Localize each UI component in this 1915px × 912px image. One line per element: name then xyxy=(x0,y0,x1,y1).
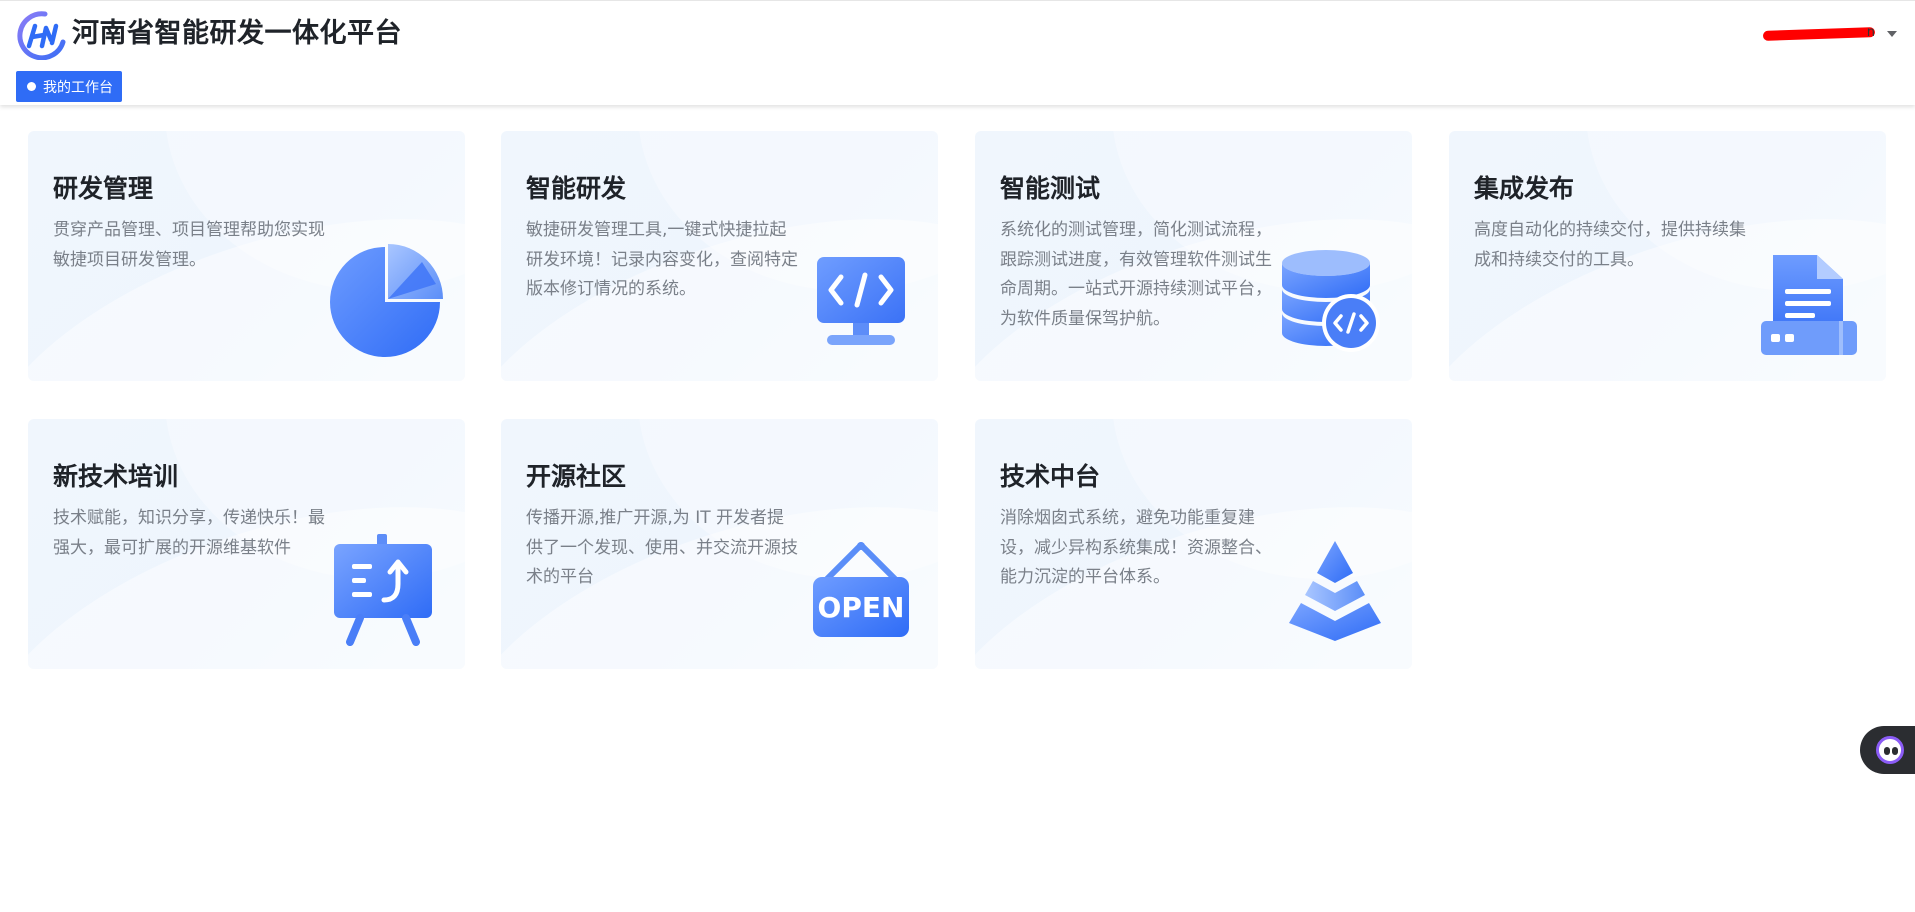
chevron-down-icon[interactable] xyxy=(1887,31,1897,37)
card-title: 新技术培训 xyxy=(53,462,179,491)
card-description: 敏捷研发管理工具,一键式快捷拉起研发环境！记录内容变化，查阅特定版本修订情况的系… xyxy=(526,220,798,299)
card-title: 智能研发 xyxy=(526,174,627,203)
tab-my-workbench[interactable]: 我的工作台 xyxy=(16,71,122,102)
card-description: 技术赋能，知识分享，传递快乐！最强大，最可扩展的开源维基软件 xyxy=(53,508,325,558)
robot-assistant-icon xyxy=(1876,736,1904,764)
card-title: 智能测试 xyxy=(1000,174,1101,203)
assistant-float-button[interactable] xyxy=(1860,726,1915,774)
card-integration-release[interactable]: 集成发布 高度自动化的持续交付，提供持续集成和持续交付的工具。 xyxy=(1449,131,1886,381)
active-dot-icon xyxy=(27,82,36,91)
file-server-icon xyxy=(1759,253,1859,361)
card-rd-management[interactable]: 研发管理 贯穿产品管理、项目管理帮助您实现敏捷项目研发管理。 xyxy=(28,131,465,381)
open-sign-icon: OPEN xyxy=(811,541,911,643)
training-board-icon xyxy=(332,534,436,650)
tab-label: 我的工作台 xyxy=(43,79,113,96)
card-description: 传播开源,推广开源,为 IT 开发者提供了一个发现、使用、并交流开源技术的平台 xyxy=(526,508,798,587)
pyramid-icon xyxy=(1283,539,1387,647)
card-title: 研发管理 xyxy=(53,174,154,203)
card-open-source-community[interactable]: 开源社区 传播开源,推广开源,为 IT 开发者提供了一个发现、使用、并交流开源技… xyxy=(501,419,938,669)
card-tech-middle-platform[interactable]: 技术中台 消除烟囱式系统，避免功能重复建设，减少异构系统集成！资源整合、能力沉淀… xyxy=(975,419,1412,669)
user-name[interactable]: n xyxy=(1762,25,1876,43)
card-title: 集成发布 xyxy=(1474,174,1575,203)
code-monitor-icon xyxy=(815,255,907,353)
pie-chart-icon xyxy=(328,244,443,363)
card-new-tech-training[interactable]: 新技术培训 技术赋能，知识分享，传递快乐！最强大，最可扩展的开源维基软件 xyxy=(28,419,465,669)
platform-logo-icon[interactable] xyxy=(15,10,67,61)
redaction-mark xyxy=(1762,27,1876,41)
card-description: 系统化的测试管理，简化测试流程，跟踪测试进度，有效管理软件测试生命周期。一站式开… xyxy=(1000,220,1272,329)
app-title: 河南省智能研发一体化平台 xyxy=(72,18,402,49)
card-description: 贯穿产品管理、项目管理帮助您实现敏捷项目研发管理。 xyxy=(53,220,325,270)
card-description: 高度自动化的持续交付，提供持续集成和持续交付的工具。 xyxy=(1474,220,1746,270)
database-code-icon xyxy=(1281,249,1381,357)
open-sign-text: OPEN xyxy=(818,591,905,624)
card-intelligent-rd[interactable]: 智能研发 敏捷研发管理工具,一键式快捷拉起研发环境！记录内容变化，查阅特定版本修… xyxy=(501,131,938,381)
card-description: 消除烟囱式系统，避免功能重复建设，减少异构系统集成！资源整合、能力沉淀的平台体系… xyxy=(1000,508,1272,587)
user-menu[interactable]: n xyxy=(1762,19,1897,49)
card-title: 开源社区 xyxy=(526,462,627,491)
card-title: 技术中台 xyxy=(1000,462,1101,491)
top-header: 河南省智能研发一体化平台 n 我的工作台 xyxy=(0,0,1915,105)
card-intelligent-testing[interactable]: 智能测试 系统化的测试管理，简化测试流程，跟踪测试进度，有效管理软件测试生命周期… xyxy=(975,131,1412,381)
